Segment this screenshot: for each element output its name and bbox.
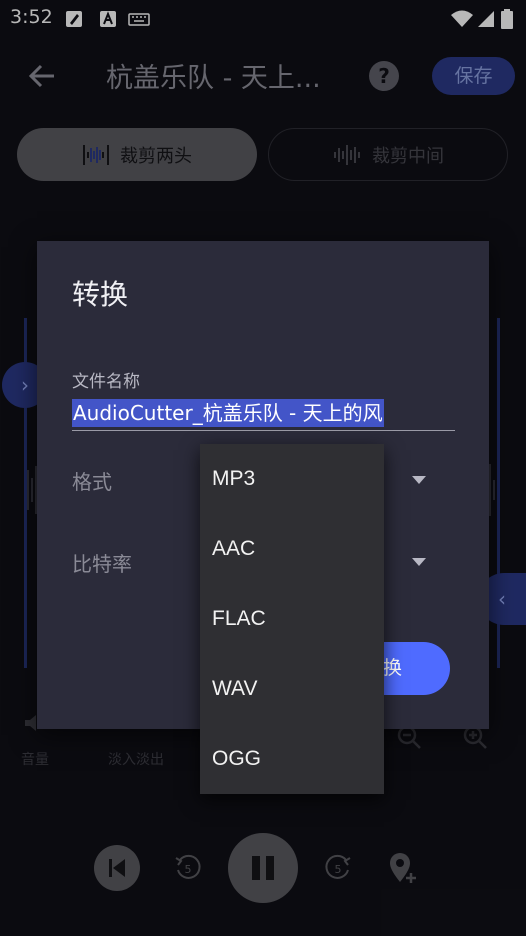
- format-option-wav[interactable]: WAV: [200, 654, 384, 724]
- bitrate-label: 比特率: [72, 552, 132, 576]
- format-option-mp3[interactable]: MP3: [200, 444, 384, 514]
- format-option-aac[interactable]: AAC: [200, 514, 384, 584]
- format-dropdown-arrow-icon[interactable]: [409, 473, 429, 487]
- filename-label: 文件名称: [72, 372, 140, 392]
- format-option-ogg[interactable]: OGG: [200, 724, 384, 794]
- format-label: 格式: [72, 470, 112, 494]
- format-menu: MP3 AAC FLAC WAV OGG: [200, 444, 384, 794]
- format-option-flac[interactable]: FLAC: [200, 584, 384, 654]
- filename-value: AudioCutter_杭盖乐队 - 天上的风: [72, 399, 384, 427]
- bitrate-dropdown-arrow-icon[interactable]: [409, 555, 429, 569]
- filename-input[interactable]: AudioCutter_杭盖乐队 - 天上的风: [72, 397, 455, 431]
- dialog-title: 转换: [72, 278, 129, 311]
